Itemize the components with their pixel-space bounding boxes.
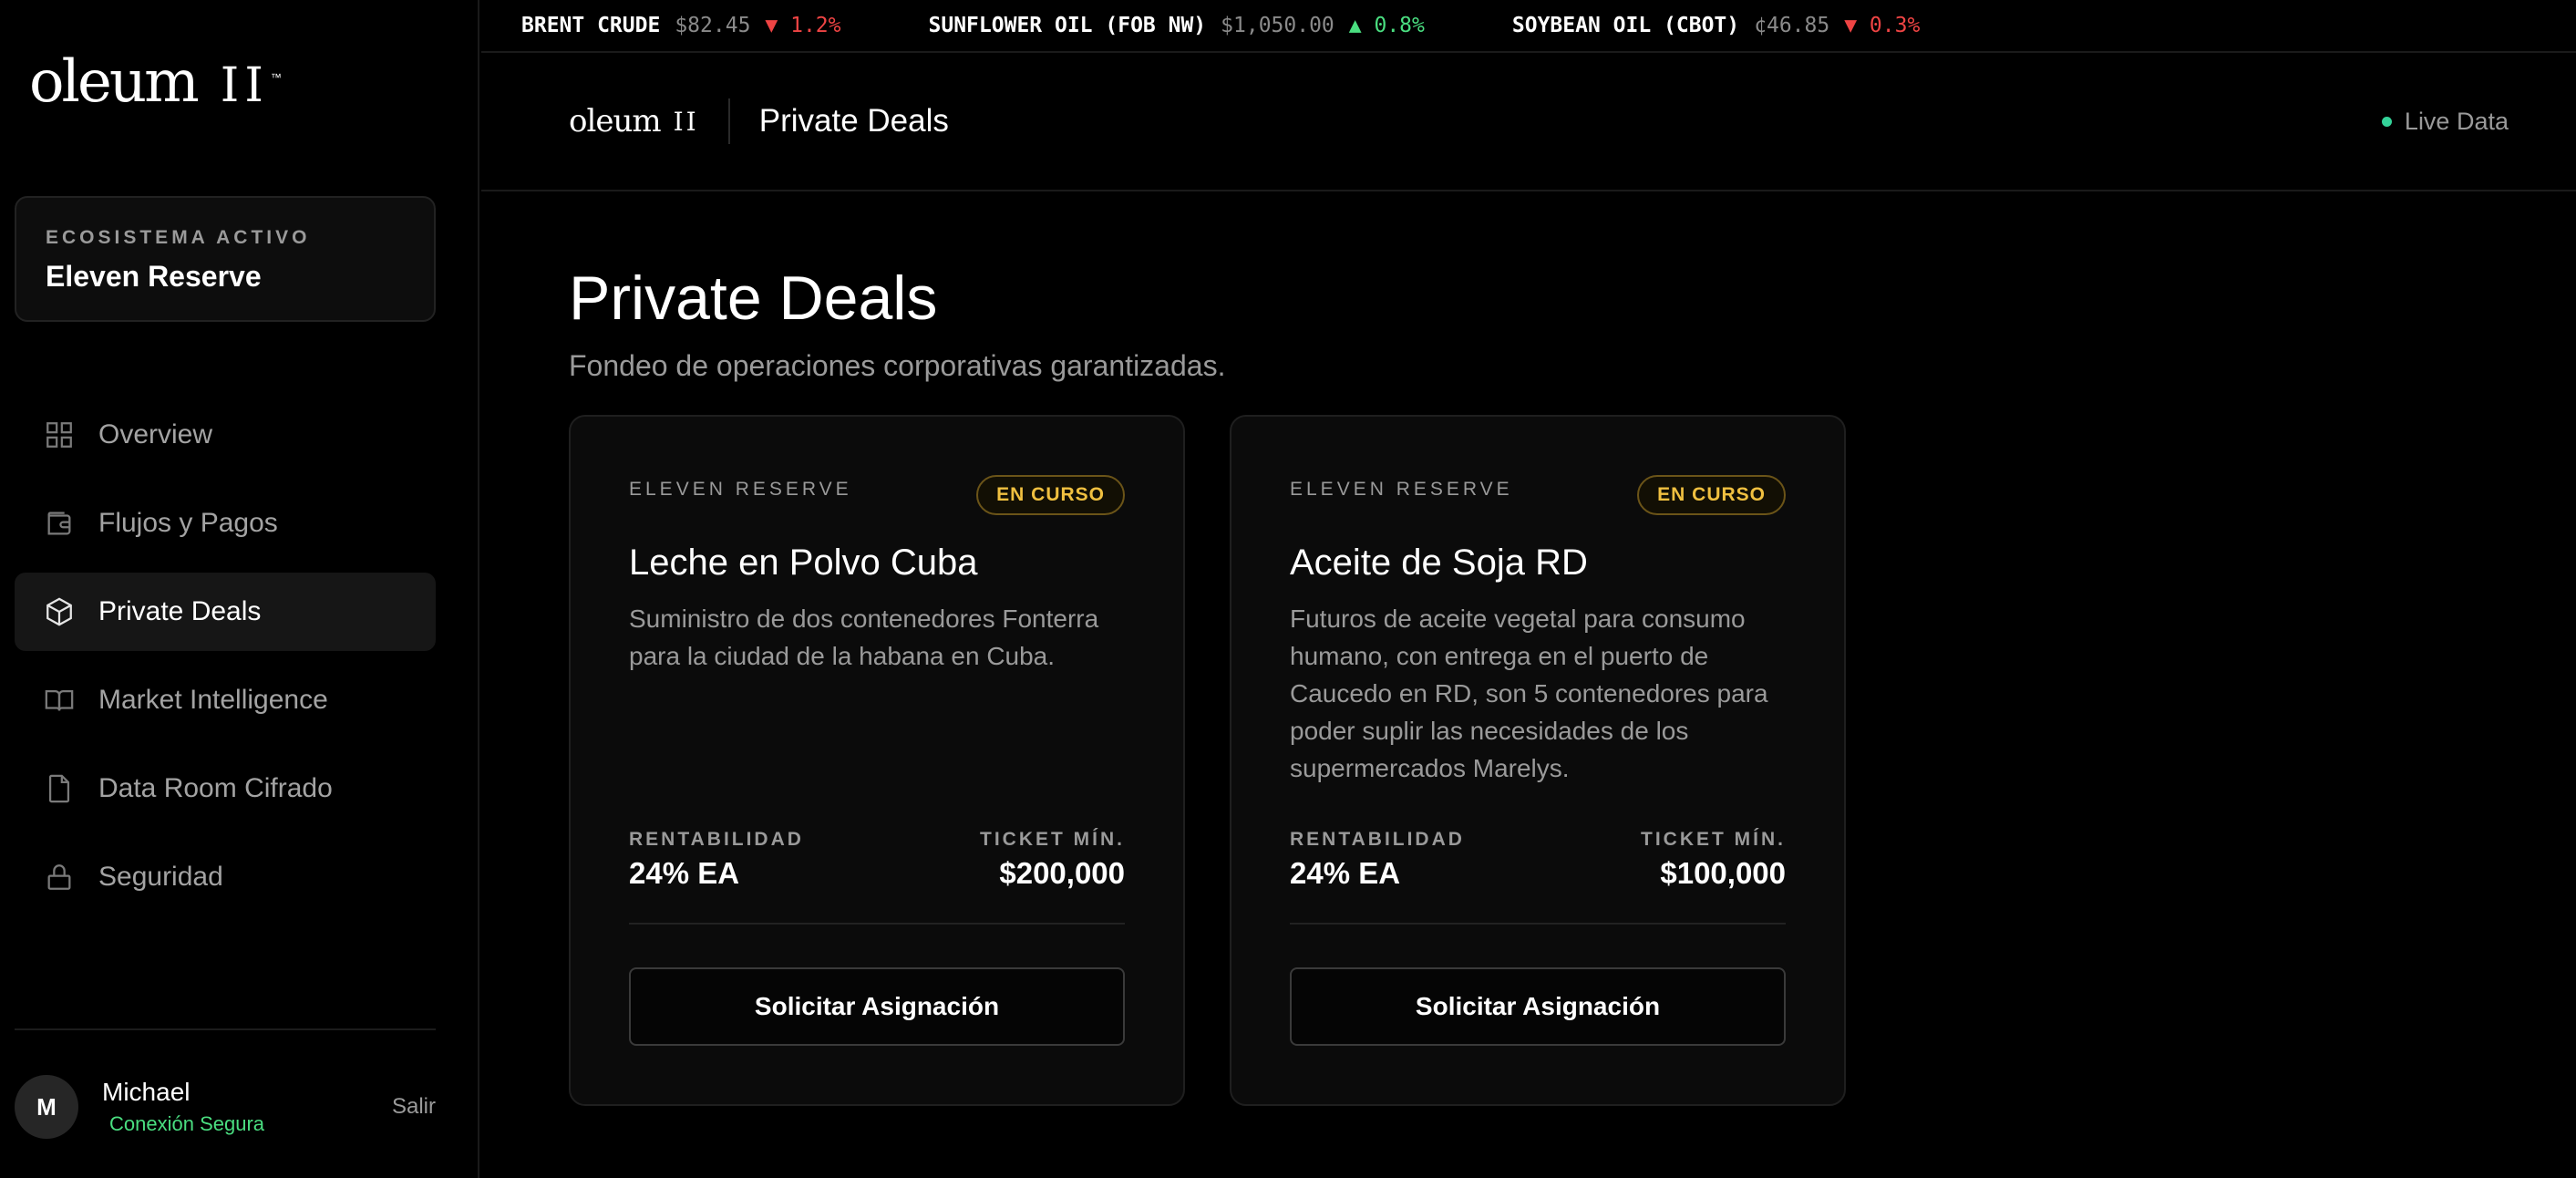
yield-label: RENTABILIDAD — [1290, 829, 1465, 850]
sidebar-item-label: Data Room Cifrado — [98, 773, 333, 803]
deal-card: ELEVEN RESERVE EN CURSO Leche en Polvo C… — [569, 415, 1185, 1106]
sidebar-item-data-room-cifrado[interactable]: Data Room Cifrado — [15, 749, 436, 828]
header-title: Private Deals — [758, 103, 949, 139]
request-allocation-button[interactable]: Solicitar Asignación — [629, 967, 1125, 1046]
ecosystem-name: Eleven Reserve — [46, 260, 262, 293]
brand-logo[interactable]: oleum II ™ — [29, 53, 282, 117]
ecosystem-label: ECOSISTEMA ACTIVO — [46, 227, 311, 248]
status-badge: EN CURSO — [1637, 475, 1786, 515]
ticker-change: ▼ 0.3% — [1844, 14, 1921, 37]
page-header: oleum II Private Deals Live Data — [481, 53, 2576, 191]
deal-ecosystem: ELEVEN RESERVE — [1290, 479, 1513, 500]
deal-title: Leche en Polvo Cuba — [629, 542, 978, 583]
ticker-price: $1,050.00 — [1221, 14, 1334, 37]
page-title: Private Deals — [569, 264, 938, 333]
yield-metric: RENTABILIDAD 24% EA — [1290, 829, 1465, 891]
grid-icon — [44, 419, 75, 450]
sidebar: oleum II ™ ECOSISTEMA ACTIVO Eleven Rese… — [0, 0, 479, 1178]
sidebar-divider — [15, 1028, 436, 1030]
sidebar-item-overview[interactable]: Overview — [15, 396, 436, 474]
live-dot-icon — [2381, 117, 2392, 127]
file-icon — [44, 773, 75, 804]
ticker-symbol: SOYBEAN OIL (CBOT) — [1511, 14, 1740, 37]
sidebar-item-label: Seguridad — [98, 862, 223, 892]
header-separator — [727, 98, 730, 144]
deal-ecosystem: ELEVEN RESERVE — [629, 479, 852, 500]
logout-button[interactable]: Salir — [392, 1094, 436, 1120]
status-badge: EN CURSO — [976, 475, 1125, 515]
ticket-value: $200,000 — [999, 856, 1125, 890]
deal-card-header: ELEVEN RESERVE EN CURSO — [629, 475, 1125, 515]
deal-metrics: RENTABILIDAD 24% EA TICKET MÍN. $200,000 — [629, 829, 1125, 891]
sidebar-item-label: Market Intelligence — [98, 685, 328, 715]
user-panel: M Michael Conexión Segura Salir — [15, 1074, 436, 1140]
sidebar-item-label: Private Deals — [98, 596, 262, 626]
wallet-icon — [44, 508, 75, 539]
connection-status: Conexión Segura — [109, 1112, 265, 1135]
header-logo-mark: II — [673, 106, 699, 137]
avatar[interactable]: M — [15, 1075, 78, 1139]
ticket-label: TICKET MÍN. — [980, 829, 1125, 850]
deal-metrics: RENTABILIDAD 24% EA TICKET MÍN. $100,000 — [1290, 829, 1786, 891]
page-subtitle: Fondeo de operaciones corporativas garan… — [569, 349, 1226, 382]
ticker-item: BRENT CRUDE $82.45 ▼ 1.2% — [521, 14, 841, 37]
deal-card: ELEVEN RESERVE EN CURSO Aceite de Soja R… — [1230, 415, 1846, 1106]
yield-value: 24% EA — [1290, 856, 1401, 890]
ticker-change: ▲ 0.8% — [1348, 14, 1425, 37]
lock-icon — [44, 862, 75, 893]
deal-description: Futuros de aceite vegetal para consumo h… — [1290, 604, 1768, 782]
card-divider — [1290, 923, 1786, 925]
sidebar-item-label: Flujos y Pagos — [98, 508, 278, 538]
live-data-indicator: Live Data — [2381, 108, 2509, 136]
request-allocation-button[interactable]: Solicitar Asignación — [1290, 967, 1786, 1046]
deal-description: Suministro de dos contenedores Fonterra … — [629, 604, 1099, 670]
ticket-metric: TICKET MÍN. $200,000 — [980, 829, 1125, 891]
ticker-item: SOYBEAN OIL (CBOT) ¢46.85 ▼ 0.3% — [1512, 14, 1920, 37]
market-ticker: BRENT CRUDE $82.45 ▼ 1.2% SUNFLOWER OIL … — [481, 0, 2576, 53]
header-logo[interactable]: oleum II — [569, 103, 699, 140]
user-info: Michael Conexión Segura — [102, 1078, 392, 1136]
yield-label: RENTABILIDAD — [629, 829, 804, 850]
ticker-change: ▼ 1.2% — [765, 14, 841, 37]
sidebar-item-market-intelligence[interactable]: Market Intelligence — [15, 661, 436, 739]
brand-wordmark: oleum — [29, 48, 200, 116]
ecosystem-card[interactable]: ECOSISTEMA ACTIVO Eleven Reserve — [15, 196, 436, 322]
ticker-symbol: SUNFLOWER OIL (FOB NW) — [928, 14, 1207, 37]
sidebar-item-label: Overview — [98, 419, 213, 450]
sidebar-nav: Overview Flujos y Pagos Private Deals Ma… — [15, 396, 436, 926]
box-icon — [44, 596, 75, 627]
yield-value: 24% EA — [629, 856, 740, 890]
sidebar-item-seguridad[interactable]: Seguridad — [15, 838, 436, 916]
brand-mark: II — [220, 58, 269, 113]
live-data-label: Live Data — [2404, 108, 2509, 135]
sidebar-item-flujos-y-pagos[interactable]: Flujos y Pagos — [15, 484, 436, 563]
user-name: Michael — [102, 1078, 191, 1106]
deal-card-header: ELEVEN RESERVE EN CURSO — [1290, 475, 1786, 515]
header-logo-wordmark: oleum — [569, 103, 662, 140]
ticket-value: $100,000 — [1660, 856, 1786, 890]
brand-trademark: ™ — [270, 71, 282, 84]
sidebar-item-private-deals[interactable]: Private Deals — [15, 573, 436, 651]
book-icon — [44, 685, 75, 716]
ticker-symbol: BRENT CRUDE — [521, 14, 661, 37]
yield-metric: RENTABILIDAD 24% EA — [629, 829, 804, 891]
ticket-label: TICKET MÍN. — [1641, 829, 1786, 850]
card-divider — [629, 923, 1125, 925]
ticker-price: $82.45 — [675, 14, 751, 37]
ticket-metric: TICKET MÍN. $100,000 — [1641, 829, 1786, 891]
ticker-price: ¢46.85 — [1754, 14, 1830, 37]
ticker-item: SUNFLOWER OIL (FOB NW) $1,050.00 ▲ 0.8% — [929, 14, 1425, 37]
deal-title: Aceite de Soja RD — [1290, 542, 1588, 583]
